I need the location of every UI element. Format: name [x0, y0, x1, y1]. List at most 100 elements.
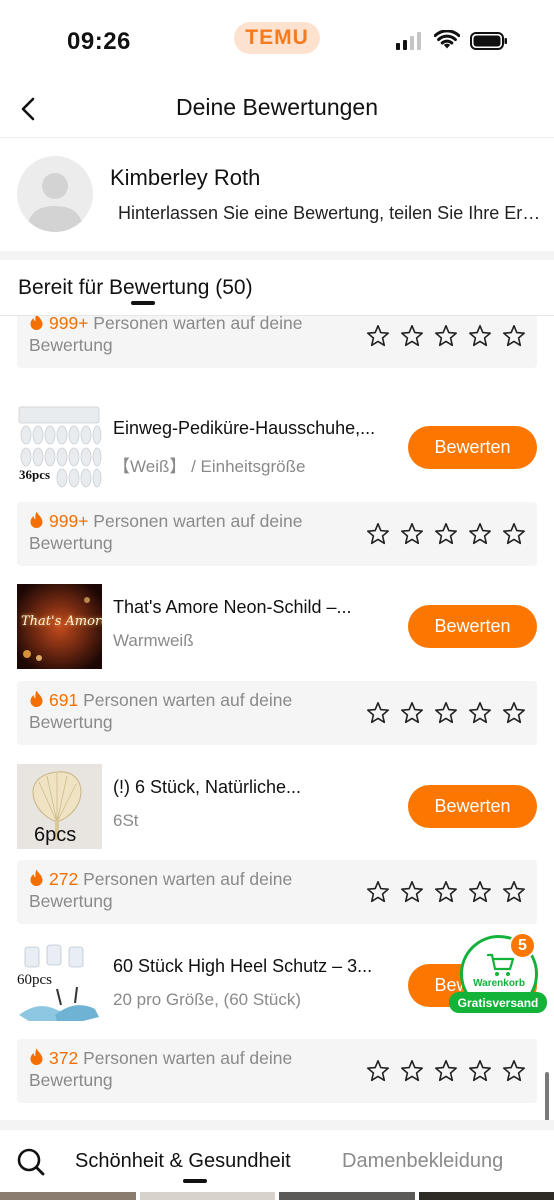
star-icon[interactable]	[468, 1059, 492, 1083]
rate-button[interactable]: Bewerten	[408, 605, 537, 648]
waiting-card: 372 Personen warten auf deine Bewertung	[17, 1039, 537, 1103]
star-icon[interactable]	[434, 324, 458, 348]
flame-icon	[30, 690, 43, 707]
product-name[interactable]: That's Amore Neon-Schild –...	[113, 597, 393, 618]
status-time: 09:26	[67, 28, 131, 55]
star-icon[interactable]	[400, 880, 424, 904]
waiting-text: 999+ Personen warten auf deine Bewertung	[29, 510, 349, 554]
wifi-icon	[434, 30, 460, 49]
heel-protector-image: 60pcs	[17, 943, 102, 1028]
product-name[interactable]: 60 Stück High Heel Schutz – 3...	[113, 956, 393, 977]
rate-button[interactable]: Bewerten	[408, 785, 537, 828]
user-name: Kimberley Roth	[110, 165, 261, 190]
neon-sign-image: That's Amore	[17, 584, 102, 669]
product-variant: 6St	[113, 811, 139, 830]
product-preview-strip	[0, 1192, 554, 1200]
flame-icon	[30, 869, 43, 886]
waiting-count: 691	[49, 690, 79, 710]
category-tab-active[interactable]: Schönheit & Gesundheit	[75, 1150, 291, 1173]
cart-count-badge: 5	[509, 932, 536, 959]
star-icon[interactable]	[468, 880, 492, 904]
star-rating[interactable]	[366, 701, 526, 725]
star-icon[interactable]	[434, 1059, 458, 1083]
star-icon[interactable]	[502, 324, 526, 348]
cart-label: Warenkorb	[473, 978, 525, 989]
star-icon[interactable]	[468, 701, 492, 725]
product-row[interactable]: 36pcs Einweg-Pediküre-Hausschuhe,... 【We…	[0, 405, 554, 491]
profile-subtitle: Hinterlassen Sie eine Bewertung, teilen …	[118, 203, 543, 223]
slippers-image: 36pcs	[17, 405, 102, 490]
star-icon[interactable]	[502, 522, 526, 546]
tab-ready-for-review[interactable]: Bereit für Bewertung (50)	[18, 276, 253, 300]
flame-icon	[30, 316, 43, 330]
waiting-count: 999+	[49, 511, 89, 531]
star-icon[interactable]	[400, 324, 424, 348]
product-row[interactable]: That's Amore That's Amore Neon-Schild –.…	[0, 584, 554, 670]
star-icon[interactable]	[434, 522, 458, 546]
product-row[interactable]: 6pcs (!) 6 Stück, Natürliche... 6St Bewe…	[0, 764, 554, 850]
waiting-text: 999+ Personen warten auf deine Bewertung	[29, 316, 349, 356]
thumb-caption: 60pcs	[17, 972, 52, 988]
status-bar: 09:26 TEMU	[0, 0, 554, 80]
tab-indicator	[131, 301, 155, 305]
divider	[0, 1120, 554, 1130]
brand-label: TEMU	[245, 26, 309, 49]
product-name[interactable]: Einweg-Pediküre-Hausschuhe,...	[113, 418, 393, 439]
category-tab[interactable]: Damenbekleidung	[342, 1150, 503, 1173]
waiting-count: 272	[49, 869, 79, 889]
product-variant: 20 pro Größe, (60 Stück)	[113, 990, 302, 1009]
star-icon[interactable]	[366, 324, 390, 348]
avatar	[17, 156, 93, 232]
waiting-card: 272 Personen warten auf deine Bewertung	[17, 860, 537, 924]
flame-icon	[30, 511, 43, 528]
category-bar: Schönheit & Gesundheit Damenbekleidung	[0, 1130, 554, 1192]
woven-fan-image: 6pcs	[17, 764, 102, 849]
star-icon[interactable]	[366, 522, 390, 546]
profile-card: Kimberley Roth Hinterlassen Sie eine Bew…	[0, 139, 554, 251]
waiting-count: 372	[49, 1048, 79, 1068]
star-rating[interactable]	[366, 1059, 526, 1083]
product-name[interactable]: (!) 6 Stück, Natürliche...	[113, 777, 393, 798]
waiting-card: 999+ Personen warten auf deine Bewertung	[17, 502, 537, 566]
star-icon[interactable]	[502, 880, 526, 904]
waiting-count: 999+	[49, 316, 89, 333]
thumb-caption: 36pcs	[19, 467, 51, 483]
star-icon[interactable]	[366, 701, 390, 725]
review-tabs: Bereit für Bewertung (50)	[0, 260, 554, 316]
waiting-text: 372 Personen warten auf deine Bewertung	[29, 1047, 349, 1091]
star-icon[interactable]	[400, 701, 424, 725]
divider	[0, 251, 554, 260]
flame-icon	[30, 1048, 43, 1065]
waiting-text: 272 Personen warten auf deine Bewertung	[29, 868, 349, 912]
star-icon[interactable]	[502, 1059, 526, 1083]
waiting-card: 999+ Personen warten auf deine Bewertung	[17, 316, 537, 368]
star-icon[interactable]	[400, 522, 424, 546]
signal-icon	[396, 32, 421, 50]
product-variant: Warmweiß	[113, 631, 194, 650]
thumb-caption: That's Amore	[21, 614, 102, 629]
waiting-card: 691 Personen warten auf deine Bewertung	[17, 681, 537, 745]
star-icon[interactable]	[434, 880, 458, 904]
rate-button[interactable]: Bewerten	[408, 426, 537, 469]
star-icon[interactable]	[366, 1059, 390, 1083]
star-rating[interactable]	[366, 324, 526, 348]
brand-pill: TEMU	[234, 22, 320, 54]
category-indicator	[183, 1179, 207, 1183]
free-shipping-badge: Gratisversand	[449, 992, 547, 1013]
star-icon[interactable]	[434, 701, 458, 725]
thumb-caption: 6pcs	[34, 824, 77, 846]
battery-icon	[470, 32, 507, 50]
star-icon[interactable]	[468, 522, 492, 546]
star-rating[interactable]	[366, 880, 526, 904]
page-title: Deine Bewertungen	[175, 94, 379, 120]
star-rating[interactable]	[366, 522, 526, 546]
cart-icon	[487, 953, 515, 976]
star-icon[interactable]	[400, 1059, 424, 1083]
waiting-text: 691 Personen warten auf deine Bewertung	[29, 689, 349, 733]
search-icon[interactable]	[16, 1147, 46, 1177]
star-icon[interactable]	[366, 880, 390, 904]
user-silhouette-icon	[27, 173, 83, 232]
star-icon[interactable]	[502, 701, 526, 725]
star-icon[interactable]	[468, 324, 492, 348]
product-variant: 【Weiß】 / Einheitsgröße	[113, 457, 306, 476]
